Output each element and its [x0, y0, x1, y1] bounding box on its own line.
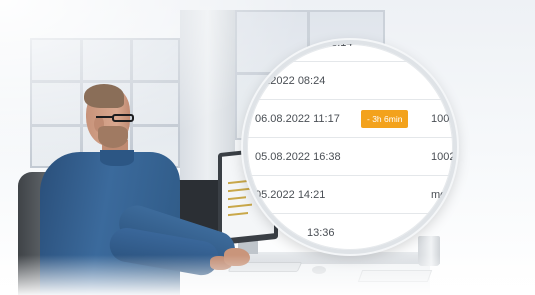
- row-id: mov: [431, 188, 452, 201]
- magnifier-lens: 08:14 05.2022 08:24 wes 06.08.2022 11:17…: [243, 40, 457, 254]
- row-id: wes: [431, 74, 451, 87]
- row-timestamp: 06.08.2022 11:17: [255, 112, 340, 125]
- hair: [84, 84, 124, 108]
- row-id: 100220: [431, 150, 456, 163]
- table-row: 06.08.2022 11:17 - 3h 6min 100220: [247, 100, 453, 138]
- table-row: 05.08.2022 16:38 100220: [247, 138, 456, 176]
- row-timestamp: 08:14: [325, 40, 353, 49]
- right-hand: [224, 248, 250, 266]
- collar: [100, 150, 134, 166]
- office-scene: 08:14 05.2022 08:24 wes 06.08.2022 11:17…: [0, 0, 535, 295]
- log-table: 08:14 05.2022 08:24 wes 06.08.2022 11:17…: [247, 40, 456, 250]
- beard: [98, 126, 128, 148]
- duration-badge: - 3h 6min: [361, 109, 409, 128]
- row-timestamp: 05.08.2022 16:38: [255, 150, 341, 163]
- table-row: 08:14: [247, 40, 453, 62]
- row-timestamp: 13:36: [307, 226, 335, 239]
- row-timestamp: 05.2022 08:24: [255, 74, 326, 87]
- table-row: 13:36: [247, 214, 453, 250]
- row-timestamp: 05.2022 14:21: [255, 188, 326, 201]
- table-row: 05.2022 08:24 wes: [247, 62, 453, 100]
- table-row: 05.2022 14:21 mov: [247, 176, 453, 214]
- glasses: [112, 114, 134, 122]
